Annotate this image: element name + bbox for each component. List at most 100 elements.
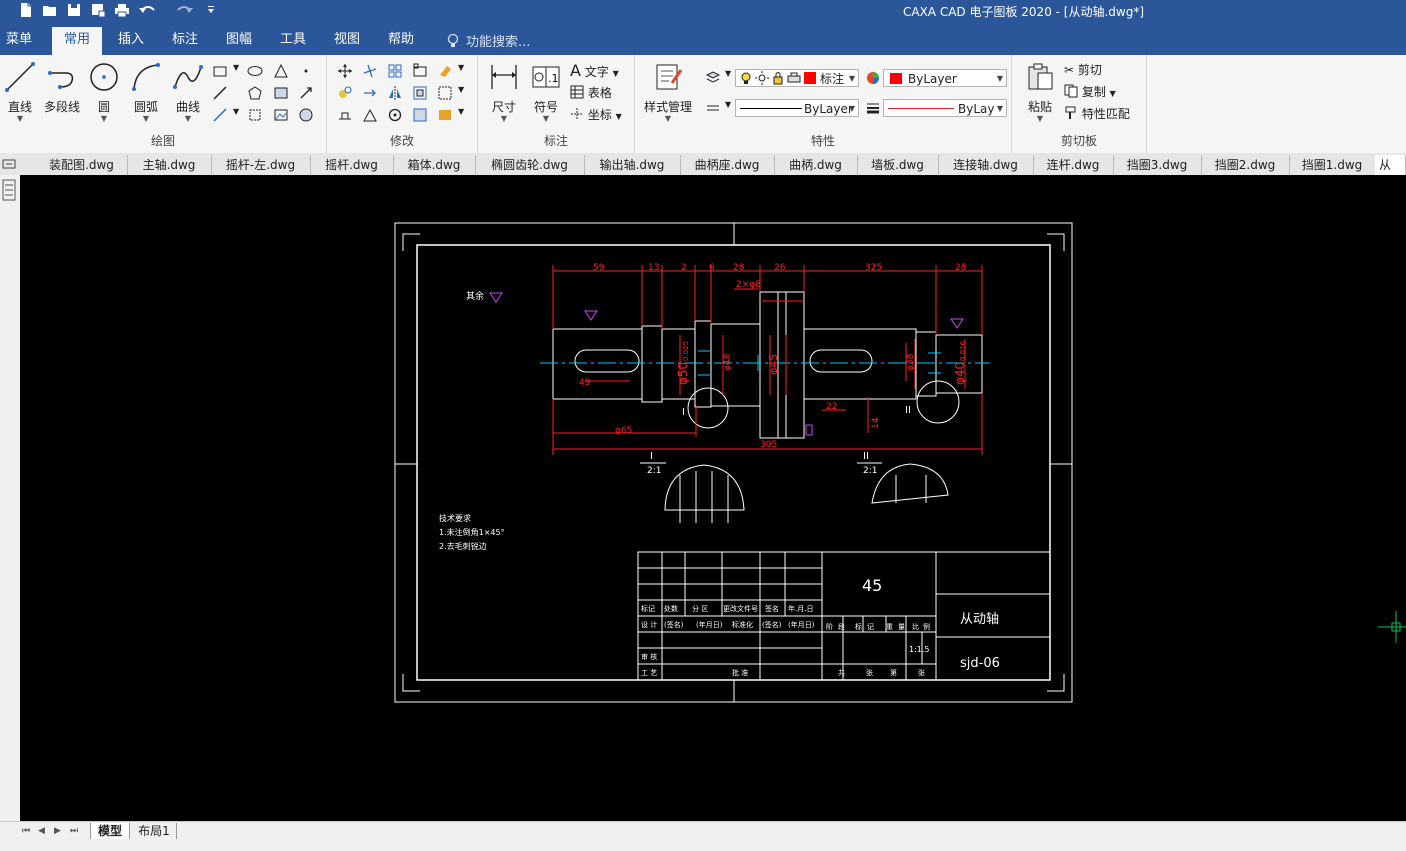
menu-tab-home[interactable]: 常用 <box>52 27 102 55</box>
doc-tab[interactable]: 墙板.dwg <box>857 155 939 175</box>
array-icon[interactable] <box>387 63 403 79</box>
layout-tab-layout1[interactable]: 布局1 <box>132 823 177 839</box>
offset-icon[interactable] <box>412 85 428 101</box>
clipboard-group: 粘贴 ▼ ✂ 剪切 复制 ▼ 特性匹配 剪切板 <box>1012 55 1147 153</box>
style-manager-label: 样式管理 <box>643 100 692 114</box>
pointer-icon[interactable] <box>298 85 314 101</box>
function-search[interactable]: 功能搜索... <box>446 31 530 50</box>
fillet-icon[interactable] <box>437 85 453 101</box>
redo-icon[interactable] <box>174 2 194 18</box>
doc-tab[interactable]: 摇杆.dwg <box>310 155 394 175</box>
coordinate-button[interactable]: 坐标 ▼ <box>570 106 622 123</box>
extend-icon[interactable] <box>362 85 378 101</box>
menu-tab-view[interactable]: 视图 <box>324 27 370 55</box>
doc-tab[interactable]: 曲柄座.dwg <box>680 155 775 175</box>
arc-button[interactable]: 圆弧 ▼ <box>128 61 164 123</box>
menu-tab-sheet[interactable]: 图幅 <box>216 27 262 55</box>
tb-stage-0: 阶 <box>826 622 833 631</box>
cut-button[interactable]: ✂ 剪切 <box>1064 61 1102 78</box>
break-icon[interactable] <box>412 107 428 123</box>
dim-13: 13 <box>648 263 659 273</box>
polyline-button[interactable]: 多段线 <box>40 61 84 115</box>
text-button[interactable]: A 文字 ▼ <box>570 61 619 80</box>
mirror-icon[interactable] <box>387 85 403 101</box>
menu-tab-help[interactable]: 帮助 <box>378 27 424 55</box>
save-as-icon[interactable] <box>90 2 106 18</box>
hatch-icon[interactable] <box>273 85 289 101</box>
explode-icon[interactable] <box>437 107 453 123</box>
layer-combo[interactable]: 标注 ▼ <box>735 69 859 87</box>
doc-tab[interactable]: 连杆.dwg <box>1033 155 1114 175</box>
chamfer-icon[interactable] <box>362 107 378 123</box>
stretch-icon[interactable] <box>337 107 353 123</box>
layer-manager-icon[interactable] <box>705 69 721 85</box>
rotate-icon[interactable] <box>387 107 403 123</box>
linewidth-combo[interactable]: ByLay ▼ <box>883 99 1007 117</box>
copy-object-icon[interactable] <box>337 85 353 101</box>
properties-panel-icon[interactable] <box>2 179 16 201</box>
save-icon[interactable] <box>66 2 82 18</box>
copy-label: 复制 <box>1081 85 1106 99</box>
move-icon[interactable] <box>337 63 353 79</box>
doc-tab[interactable]: 连接轴.dwg <box>938 155 1034 175</box>
doc-tab[interactable]: 挡圈1.dwg <box>1289 155 1376 175</box>
curve-button[interactable]: 曲线 ▼ <box>170 61 206 123</box>
doc-tab[interactable]: 曲柄.dwg <box>774 155 858 175</box>
table-button[interactable]: 表格 <box>570 84 612 101</box>
linetype-combo[interactable]: ByLayer ▼ <box>735 99 859 117</box>
doc-tab[interactable]: 输出轴.dwg <box>584 155 681 175</box>
dimension-button[interactable]: 尺寸 ▼ <box>484 61 524 123</box>
linewidth-icon[interactable] <box>865 100 881 116</box>
scale-icon[interactable] <box>412 63 428 79</box>
match-properties-button[interactable]: 特性匹配 <box>1064 105 1130 122</box>
doc-tab[interactable]: 挡圈3.dwg <box>1113 155 1202 175</box>
construction-line-icon[interactable] <box>212 107 228 123</box>
tb-stage-6: 比 <box>912 622 919 631</box>
next-layout-icon[interactable]: ▶ <box>54 823 61 839</box>
part-name-text: 从动轴 <box>960 612 999 627</box>
undo-icon[interactable] <box>138 2 158 18</box>
ellipse-icon[interactable] <box>247 63 263 79</box>
rectangle-icon[interactable] <box>212 63 228 79</box>
doc-tab[interactable]: 装配图.dwg <box>36 155 128 175</box>
new-file-icon[interactable] <box>18 2 34 18</box>
doc-tab[interactable]: 摇杆-左.dwg <box>211 155 311 175</box>
polygon-icon[interactable] <box>247 85 263 101</box>
centerline-icon[interactable] <box>273 63 289 79</box>
line-button[interactable]: 直线 ▼ <box>2 61 38 123</box>
first-layout-icon[interactable]: ⏮ <box>22 823 30 839</box>
insert-image-icon[interactable] <box>273 107 289 123</box>
section-view-1 <box>664 464 745 523</box>
print-icon[interactable] <box>114 2 130 18</box>
doc-tab[interactable]: 从 <box>1375 155 1406 175</box>
paste-button[interactable]: 粘贴 ▼ <box>1022 61 1058 123</box>
region-icon[interactable] <box>298 107 314 123</box>
trim-icon[interactable] <box>362 63 378 79</box>
menu-tab-insert[interactable]: 插入 <box>108 27 154 55</box>
drawing-canvas[interactable]: I II 59 13 2 6 28 26 325 28 2×φ8 49 φ65 … <box>20 175 1406 821</box>
prev-layout-icon[interactable]: ◀ <box>38 823 45 839</box>
quick-access-menu-icon[interactable] <box>206 2 216 18</box>
erase-icon[interactable] <box>437 63 453 79</box>
menu-tab-menu[interactable]: 菜单 <box>0 27 38 55</box>
menu-tab-annotate[interactable]: 标注 <box>162 27 208 55</box>
open-folder-icon[interactable] <box>42 2 58 18</box>
linetype-manager-icon[interactable] <box>705 100 721 116</box>
color-combo[interactable]: ByLayer ▼ <box>883 69 1007 87</box>
copy-button[interactable]: 复制 ▼ <box>1064 83 1116 100</box>
doc-tab[interactable]: 箱体.dwg <box>393 155 476 175</box>
symbol-button[interactable]: .1 符号 ▼ <box>528 61 564 123</box>
last-layout-icon[interactable]: ⏭ <box>70 823 78 839</box>
layout-tab-model[interactable]: 模型 <box>90 823 130 840</box>
block-icon[interactable] <box>247 107 263 123</box>
parallel-line-icon[interactable] <box>212 85 228 101</box>
doc-tab[interactable]: 挡圈2.dwg <box>1201 155 1290 175</box>
color-wheel-icon[interactable] <box>865 70 881 86</box>
menu-tab-tools[interactable]: 工具 <box>270 27 316 55</box>
doc-tab[interactable]: 主轴.dwg <box>127 155 212 175</box>
style-manager-button[interactable]: 样式管理 ▼ <box>639 61 697 123</box>
panel-toggle-icon[interactable] <box>2 158 16 170</box>
point-icon[interactable] <box>298 63 314 79</box>
doc-tab[interactable]: 椭圆齿轮.dwg <box>475 155 585 175</box>
circle-button[interactable]: 圆 ▼ <box>86 61 122 123</box>
